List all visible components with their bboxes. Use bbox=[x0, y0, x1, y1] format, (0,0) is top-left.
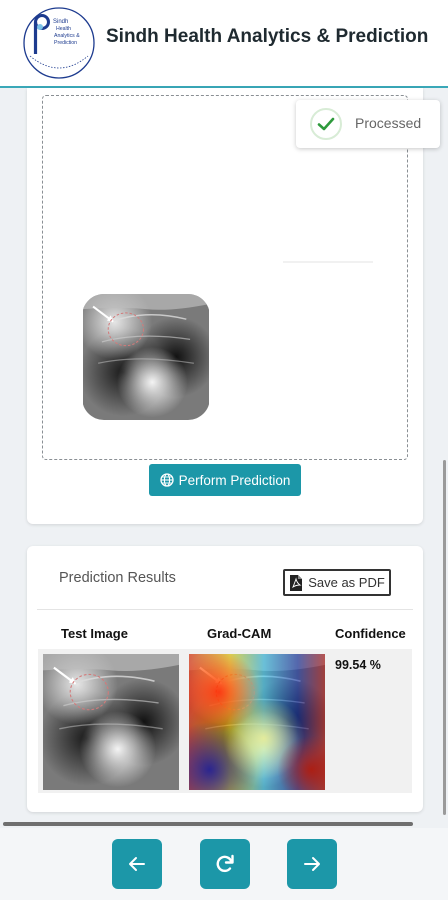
perform-prediction-button[interactable]: Perform Prediction bbox=[149, 464, 301, 496]
back-button[interactable] bbox=[112, 839, 162, 889]
globe-icon bbox=[159, 473, 174, 487]
logo-text-line-1: Sindh bbox=[53, 19, 68, 25]
logo-text-line-3: Analytics & bbox=[54, 33, 80, 39]
results-title: Prediction Results bbox=[59, 570, 176, 586]
processed-toast: Processed bbox=[296, 100, 440, 148]
placeholder-divider bbox=[283, 261, 373, 263]
refresh-icon bbox=[216, 854, 234, 873]
refresh-button[interactable] bbox=[200, 839, 250, 889]
forward-button[interactable] bbox=[287, 839, 337, 889]
save-pdf-button[interactable]: Save as PDF bbox=[283, 569, 391, 596]
logo-text-line-4: Prediction bbox=[54, 40, 77, 46]
bottom-nav-bar bbox=[0, 828, 448, 900]
save-pdf-label: Save as PDF bbox=[308, 575, 385, 590]
results-card: Prediction Results Save as PDF Test Imag… bbox=[27, 546, 423, 812]
check-icon bbox=[310, 108, 342, 140]
arrow-left-icon bbox=[129, 857, 145, 871]
column-header-confidence: Confidence bbox=[335, 626, 406, 641]
horizontal-scrollbar[interactable] bbox=[3, 822, 413, 826]
perform-prediction-label: Perform Prediction bbox=[178, 472, 291, 488]
toast-status-text: Processed bbox=[355, 115, 422, 131]
confidence-value: 99.54 % bbox=[335, 658, 381, 672]
app-header: Sindh Health Analytics & Prediction Sind… bbox=[0, 0, 448, 88]
image-dropzone[interactable] bbox=[42, 95, 408, 460]
app-title: Sindh Health Analytics & Prediction bbox=[106, 26, 429, 47]
test-xray-image bbox=[43, 654, 179, 790]
sindh-health-logo-icon: Sindh Health Analytics & Prediction bbox=[20, 6, 98, 80]
column-header-test-image: Test Image bbox=[61, 626, 128, 641]
vertical-scrollbar[interactable] bbox=[443, 460, 446, 815]
arrow-right-icon bbox=[304, 857, 320, 871]
uploaded-xray-thumbnail bbox=[82, 294, 210, 420]
column-header-grad-cam: Grad-CAM bbox=[207, 626, 272, 641]
grad-cam-heatmap-image bbox=[189, 654, 325, 790]
results-divider bbox=[37, 609, 413, 610]
pdf-file-icon bbox=[290, 574, 303, 591]
upload-card bbox=[27, 88, 423, 524]
logo-text-line-2: Health bbox=[56, 26, 71, 32]
